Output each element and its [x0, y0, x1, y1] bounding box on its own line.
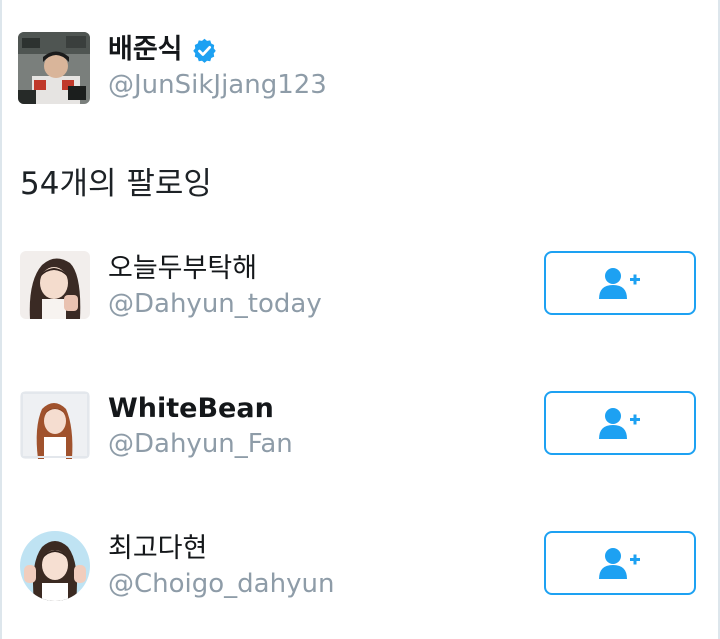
user-name: 오늘두부탁해: [108, 253, 258, 284]
profile-name: 배준식: [108, 34, 183, 65]
following-count-heading: 54개의 팔로잉: [20, 166, 212, 202]
verified-badge-icon: [192, 38, 216, 63]
user-name: WhiteBean: [108, 393, 274, 424]
add-user-icon: [599, 268, 640, 299]
user-avatar[interactable]: [20, 251, 90, 319]
profile-header: 배준식 @JunSikJjang123: [18, 32, 327, 104]
follow-button[interactable]: [544, 251, 696, 315]
user-handle: @Dahyun_Fan: [108, 429, 293, 459]
list-item[interactable]: 최고다현 @Choigo_dahyun: [0, 531, 720, 621]
user-avatar[interactable]: [20, 531, 90, 601]
user-name: 최고다현: [108, 533, 208, 564]
user-handle: @Dahyun_today: [108, 289, 322, 319]
follow-button[interactable]: [544, 531, 696, 595]
add-user-icon: [599, 548, 640, 579]
profile-handle: @JunSikJjang123: [108, 70, 327, 100]
list-item[interactable]: 오늘두부탁해 @Dahyun_today: [0, 251, 720, 341]
profile-avatar[interactable]: [18, 32, 90, 104]
list-item[interactable]: WhiteBean @Dahyun_Fan: [0, 391, 720, 481]
follow-button[interactable]: [544, 391, 696, 455]
add-user-icon: [599, 408, 640, 439]
user-handle: @Choigo_dahyun: [108, 569, 335, 599]
user-avatar[interactable]: [20, 391, 90, 459]
